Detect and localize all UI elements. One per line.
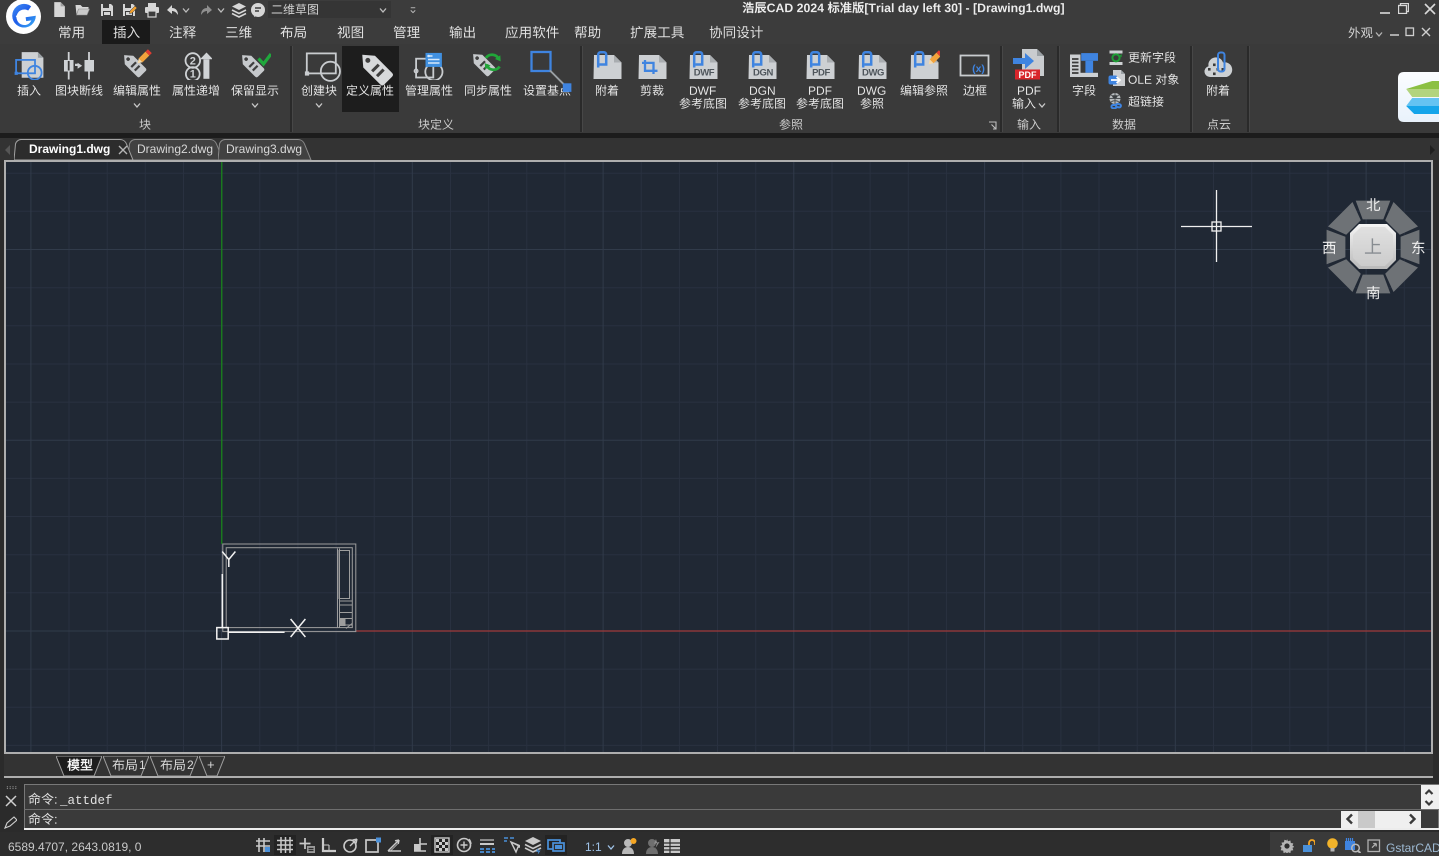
svg-text:DWF: DWF — [694, 68, 715, 79]
svg-text:PDF: PDF — [1019, 70, 1038, 80]
svg-text:(x): (x) — [972, 63, 985, 75]
svg-text:DGN: DGN — [753, 68, 773, 79]
svg-text:PDF: PDF — [812, 68, 830, 79]
svg-text:1: 1 — [190, 69, 196, 80]
svg-text:2: 2 — [190, 55, 196, 67]
svg-text:DWG: DWG — [862, 68, 884, 79]
